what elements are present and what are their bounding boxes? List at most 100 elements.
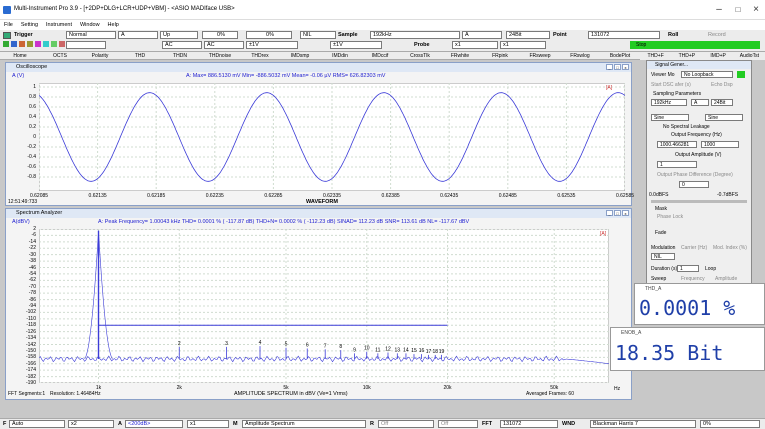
- phase-lock-checkbox[interactable]: Phase Lock: [657, 214, 683, 220]
- viewer-mode-checkbox[interactable]: Viewer Mo: [651, 72, 675, 78]
- oscilloscope-plot[interactable]: [39, 83, 625, 191]
- waveform-2-select[interactable]: Sine: [705, 114, 743, 121]
- coupling-b-select[interactable]: AC: [204, 41, 244, 49]
- play-icon[interactable]: [51, 41, 57, 47]
- tab-imd-p[interactable]: IMD+P: [703, 52, 734, 60]
- fade-checkbox[interactable]: Fade: [655, 230, 666, 236]
- tab-thdrex[interactable]: THDrex: [240, 52, 280, 59]
- nil-select[interactable]: NIL: [300, 31, 336, 39]
- tab-octs[interactable]: OCTS: [40, 52, 80, 59]
- sweep-amplitude-radio[interactable]: Amplitude: [715, 276, 737, 282]
- probe-1-select[interactable]: x1: [452, 41, 498, 49]
- menu-window[interactable]: Window: [80, 22, 100, 28]
- level-slider[interactable]: [651, 200, 747, 203]
- tab-bodeplot[interactable]: BodePlot: [600, 52, 640, 59]
- tab-imdsmp[interactable]: IMDsmp: [280, 52, 320, 59]
- minimize-button[interactable]: –: [712, 4, 726, 15]
- no-spectral-leakage-checkbox[interactable]: No Spectral Leakage: [663, 124, 710, 130]
- generator-icon[interactable]: [27, 41, 33, 47]
- tab-home[interactable]: Home: [0, 52, 40, 59]
- trigger-level-field[interactable]: 0%: [202, 31, 238, 39]
- oscilloscope-marker: [A]: [606, 85, 613, 91]
- sweep-frequency-radio[interactable]: Frequency: [681, 276, 705, 282]
- close-button[interactable]: ×: [749, 4, 763, 15]
- siggen-channel-select[interactable]: A: [691, 99, 709, 106]
- tab-thd-f[interactable]: THD+F: [640, 52, 671, 60]
- tab-frpink[interactable]: FRpink: [480, 52, 520, 59]
- tab-imddin[interactable]: IMDdin: [320, 52, 360, 59]
- tab-frwhite[interactable]: FRwhite: [440, 52, 480, 59]
- sample-rate-select[interactable]: 192kHz: [370, 31, 460, 39]
- range-b-select[interactable]: ±1V: [330, 41, 382, 49]
- probe-2-select[interactable]: x1: [500, 41, 546, 49]
- loopback-select[interactable]: No Loopback: [681, 71, 733, 78]
- tab-frsweep[interactable]: FRsweep: [520, 52, 560, 59]
- coupling-a-select[interactable]: AC: [162, 41, 202, 49]
- r-off-select[interactable]: Off: [378, 420, 434, 428]
- modulation-select[interactable]: NIL: [651, 253, 675, 260]
- echo-dsp-checkbox[interactable]: Echo Dsp: [711, 82, 733, 88]
- roll-checkbox[interactable]: Roll: [668, 32, 678, 38]
- menu-file[interactable]: File: [4, 22, 13, 28]
- x2-select[interactable]: x2: [68, 420, 114, 428]
- tab-crosstlk[interactable]: CrossTlk: [400, 52, 440, 59]
- trigger-edge-select[interactable]: Up: [160, 31, 198, 39]
- spec-close-button[interactable]: x: [622, 210, 629, 216]
- tab-thdn[interactable]: THDN: [160, 52, 200, 59]
- osc-restore-button[interactable]: □: [614, 64, 621, 70]
- phase-field[interactable]: 0: [679, 181, 709, 188]
- frequency-field[interactable]: 1000.466281: [657, 141, 697, 148]
- pretrigger-field[interactable]: 0%: [246, 31, 292, 39]
- amplitude-field[interactable]: 1: [657, 161, 697, 168]
- osc-minimize-button[interactable]: _: [606, 64, 613, 70]
- meter-icon[interactable]: [19, 41, 25, 47]
- fft-size-select[interactable]: 131072: [500, 420, 558, 428]
- r-off-2-select[interactable]: Off: [438, 420, 478, 428]
- maximize-button[interactable]: □: [731, 5, 745, 14]
- db-range-select[interactable]: <200dB>: [125, 420, 183, 428]
- sweep-checkbox[interactable]: Sweep: [651, 276, 666, 282]
- spectrum-plot[interactable]: 12345678910111213141516171819: [39, 229, 609, 383]
- mask-checkbox[interactable]: Mask: [655, 206, 667, 212]
- tab-frswlog[interactable]: FRswlog: [560, 52, 600, 59]
- duration-label: Duration (s): [651, 266, 678, 272]
- stop-icon[interactable]: [59, 41, 65, 47]
- tab-thdnoise[interactable]: THDnoise: [200, 52, 240, 59]
- oscilloscope-icon[interactable]: [3, 41, 9, 47]
- mode-select[interactable]: Amplitude Spectrum: [242, 420, 366, 428]
- menu-instrument[interactable]: Instrument: [46, 22, 72, 28]
- spec-restore-button[interactable]: □: [614, 210, 621, 216]
- sample-channel-select[interactable]: A: [462, 31, 502, 39]
- probe-a-select[interactable]: [66, 41, 106, 49]
- overlap-field[interactable]: 0%: [700, 420, 760, 428]
- points-select[interactable]: 131072: [588, 31, 660, 39]
- range-a-select[interactable]: ±1V: [246, 41, 298, 49]
- tab-imdccif[interactable]: IMDccif: [360, 52, 400, 59]
- record-button[interactable]: Record: [708, 32, 726, 38]
- x1-select[interactable]: x1: [187, 420, 229, 428]
- f-auto-select[interactable]: Auto: [9, 420, 65, 428]
- siggen-srate-select[interactable]: 192kHz: [651, 99, 687, 106]
- window-function-select[interactable]: Blackman Harris 7: [590, 420, 696, 428]
- device-icon[interactable]: [43, 41, 49, 47]
- duration-field[interactable]: 1: [677, 265, 699, 272]
- tab-thd-p[interactable]: THD+P: [671, 52, 702, 60]
- tab-polarity[interactable]: Polarity: [80, 52, 120, 59]
- menu-setting[interactable]: Setting: [21, 22, 38, 28]
- waveform-select[interactable]: Sine: [651, 114, 689, 121]
- trigger-mode-select[interactable]: Normal: [66, 31, 116, 39]
- spec-minimize-button[interactable]: _: [606, 210, 613, 216]
- osc-close-button[interactable]: x: [622, 64, 629, 70]
- trigger-icon[interactable]: [3, 32, 11, 39]
- bit-depth-select[interactable]: 24Bit: [506, 31, 550, 39]
- siggen-run-button[interactable]: [737, 71, 745, 78]
- menu-help[interactable]: Help: [108, 22, 119, 28]
- frequency-2-field[interactable]: 1000: [701, 141, 739, 148]
- trigger-channel-select[interactable]: A: [118, 31, 158, 39]
- tab-audiotst[interactable]: AudioTst: [734, 52, 765, 60]
- tab-thd[interactable]: THD: [120, 52, 160, 59]
- spectrum-icon[interactable]: [11, 41, 17, 47]
- ddp-icon[interactable]: [35, 41, 41, 47]
- siggen-bits-select[interactable]: 24Bit: [711, 99, 733, 106]
- loop-checkbox[interactable]: Loop: [705, 266, 716, 272]
